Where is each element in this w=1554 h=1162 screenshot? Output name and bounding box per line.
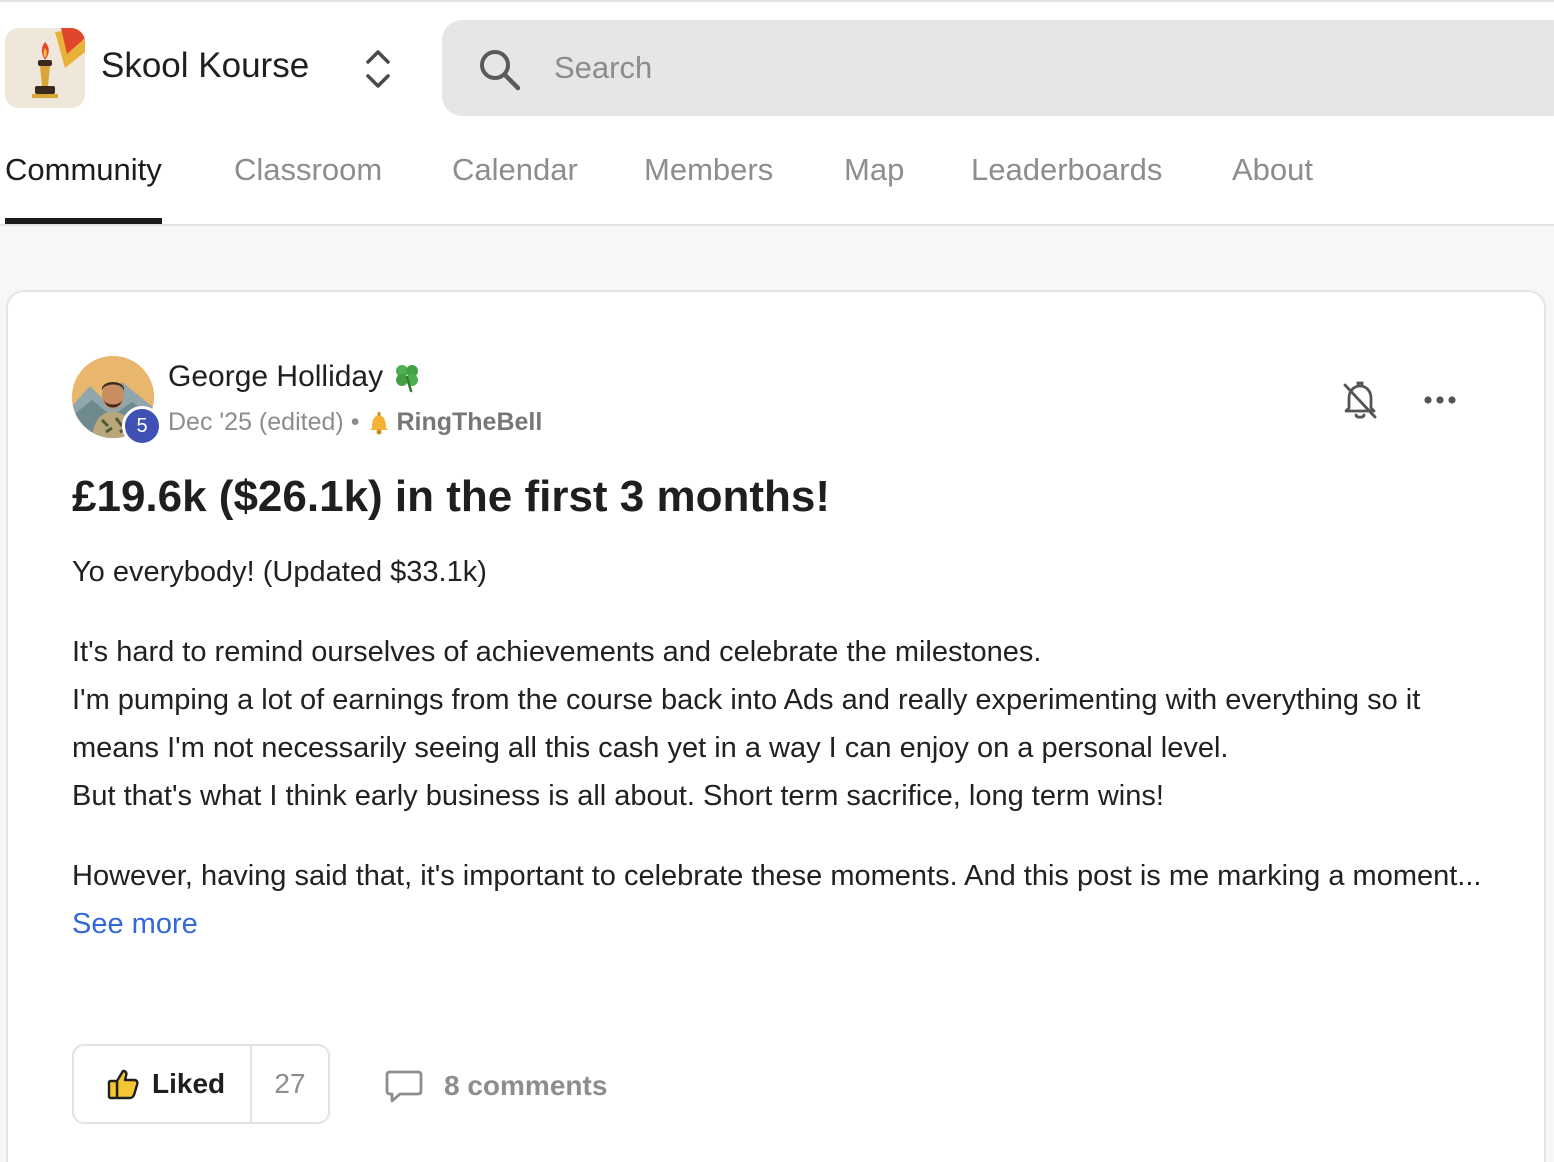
post-paragraph: But that's what I think early business i… (72, 780, 1164, 812)
post-paragraph: Yo everybody! (Updated $33.1k) (72, 556, 487, 588)
meta-separator: • (350, 408, 360, 436)
thumbs-up-icon (107, 1069, 139, 1100)
like-control: Liked 27 (72, 1044, 330, 1124)
post-title[interactable]: £19.6k ($26.1k) in the first 3 months! (72, 472, 1492, 522)
like-count[interactable]: 27 (252, 1046, 328, 1122)
post-body: Yo everybody! (Updated $33.1k) It's hard… (72, 548, 1492, 948)
group-logo[interactable] (5, 28, 85, 108)
search-input[interactable] (554, 42, 1454, 94)
comments-button[interactable]: 8 comments (384, 1066, 607, 1106)
tab-map[interactable]: Map (844, 140, 904, 226)
tab-classroom[interactable]: Classroom (234, 140, 382, 226)
author-name[interactable]: George Holliday (168, 360, 383, 394)
group-switcher-button[interactable] (356, 44, 400, 94)
comment-icon (385, 1070, 423, 1103)
tab-leaderboards[interactable]: Leaderboards (971, 140, 1162, 226)
post-paragraph: I'm pumping a lot of earnings from the c… (72, 684, 1421, 764)
see-more-link[interactable]: See more (72, 908, 198, 940)
search-icon (480, 50, 521, 91)
chevron-up-down-icon (366, 50, 390, 88)
level-badge: 5 (122, 406, 162, 446)
post-paragraph-last: However, having said that, it's importan… (72, 852, 1492, 948)
post-category[interactable]: RingTheBell (396, 408, 542, 437)
tab-community[interactable]: Community (5, 140, 162, 226)
group-name[interactable]: Skool Kourse (101, 46, 309, 86)
post-meta: Dec '25 (edited) • RingTheBell (168, 408, 542, 437)
clover-icon (396, 365, 419, 393)
bell-off-icon (1343, 381, 1377, 419)
torch-logo-icon (5, 28, 85, 108)
more-dots-icon (1424, 396, 1456, 404)
like-button[interactable]: Liked (74, 1046, 252, 1122)
post-card[interactable]: 5 George Holliday Dec '25 (edited) • Rin… (6, 290, 1546, 1162)
post-date[interactable]: Dec '25 (edited) (168, 408, 344, 437)
notification-toggle-button[interactable] (1338, 378, 1382, 422)
more-options-button[interactable] (1418, 378, 1462, 422)
tab-calendar[interactable]: Calendar (452, 140, 578, 226)
bell-emoji-icon (370, 411, 389, 434)
author-row: George Holliday (168, 360, 423, 394)
top-bar: Skool Kourse Community Classroom Calenda… (0, 0, 1554, 226)
post-paragraph: However, having said that, it's importan… (72, 860, 1482, 892)
tab-about[interactable]: About (1232, 140, 1313, 226)
post-paragraph: It's hard to remind ourselves of achieve… (72, 636, 1042, 668)
tab-members[interactable]: Members (644, 140, 773, 226)
like-label: Liked (152, 1068, 226, 1099)
comments-label: 8 comments (444, 1070, 608, 1101)
search-bar[interactable] (442, 20, 1554, 116)
